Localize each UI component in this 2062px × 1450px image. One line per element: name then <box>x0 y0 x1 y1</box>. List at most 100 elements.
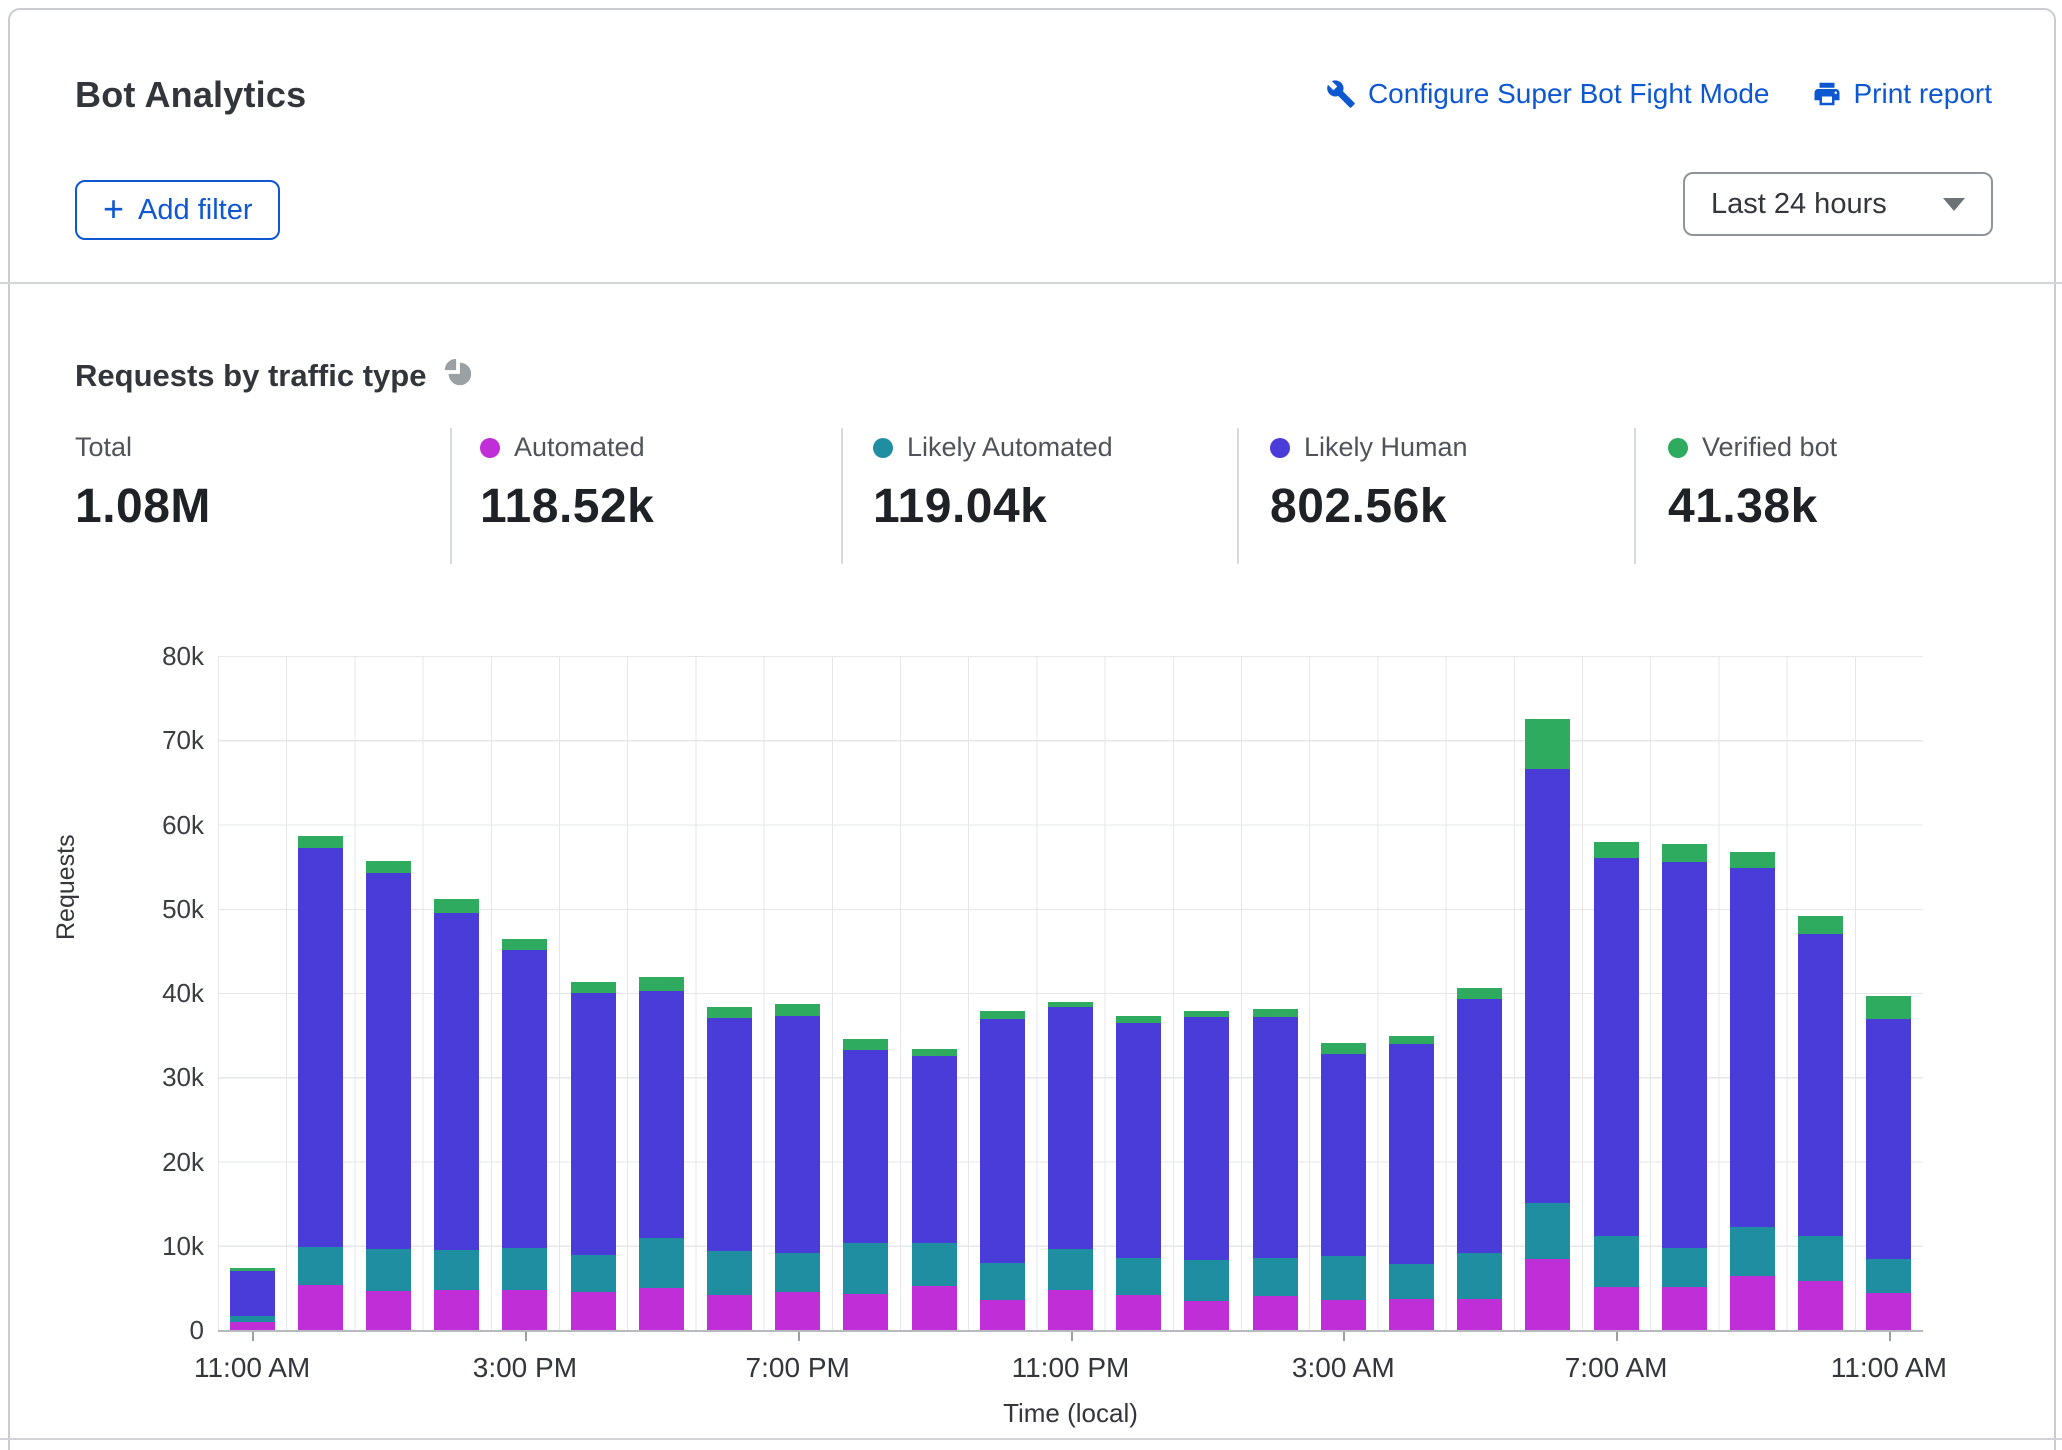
bar-segment-automated[interactable] <box>366 1291 411 1330</box>
bar-segment-automated[interactable] <box>1321 1300 1366 1330</box>
bar-segment-likely-human[interactable] <box>502 950 547 1247</box>
bar-segment-automated[interactable] <box>502 1290 547 1330</box>
bar-segment-likely-human[interactable] <box>298 848 343 1247</box>
bar-segment-likely-automated[interactable] <box>1662 1248 1707 1287</box>
bar-segment-likely-automated[interactable] <box>298 1247 343 1284</box>
bar-segment-automated[interactable] <box>298 1285 343 1331</box>
bar-segment-automated[interactable] <box>1184 1301 1229 1331</box>
bar-10-00-pm[interactable] <box>980 1011 1025 1330</box>
bar-segment-likely-human[interactable] <box>1662 862 1707 1249</box>
bar-segment-likely-automated[interactable] <box>1389 1264 1434 1299</box>
bar-segment-automated[interactable] <box>1389 1299 1434 1330</box>
bar-6-00-am[interactable] <box>1525 719 1570 1330</box>
bar-segment-verified-bot[interactable] <box>1662 844 1707 862</box>
bar-9-00-pm[interactable] <box>912 1049 957 1330</box>
bar-11-00-pm[interactable] <box>1048 1002 1093 1330</box>
bar-segment-verified-bot[interactable] <box>1798 916 1843 934</box>
bar-segment-likely-human[interactable] <box>434 913 479 1250</box>
bar-segment-verified-bot[interactable] <box>1321 1043 1366 1054</box>
print-report-link[interactable]: Print report <box>1812 78 1993 110</box>
time-range-select[interactable]: Last 24 hours <box>1683 172 1993 236</box>
bar-segment-likely-automated[interactable] <box>775 1253 820 1292</box>
bar-segment-likely-automated[interactable] <box>912 1243 957 1286</box>
bar-segment-likely-human[interactable] <box>775 1016 820 1254</box>
bar-segment-automated[interactable] <box>707 1295 752 1330</box>
bar-segment-likely-human[interactable] <box>230 1271 275 1316</box>
bar-8-00-am[interactable] <box>1662 844 1707 1330</box>
bar-segment-likely-human[interactable] <box>1321 1054 1366 1256</box>
bar-2-00-pm[interactable] <box>434 899 479 1330</box>
bar-segment-verified-bot[interactable] <box>1389 1036 1434 1044</box>
bar-segment-likely-automated[interactable] <box>639 1238 684 1288</box>
bar-segment-automated[interactable] <box>1048 1290 1093 1330</box>
bar-segment-verified-bot[interactable] <box>1116 1016 1161 1024</box>
bar-segment-likely-human[interactable] <box>1048 1007 1093 1249</box>
bar-8-00-pm[interactable] <box>843 1039 888 1330</box>
bar-segment-verified-bot[interactable] <box>843 1039 888 1050</box>
bar-segment-likely-human[interactable] <box>571 993 616 1255</box>
bar-segment-likely-human[interactable] <box>1866 1019 1911 1259</box>
bar-segment-likely-automated[interactable] <box>1321 1256 1366 1300</box>
bar-segment-automated[interactable] <box>230 1322 275 1330</box>
bar-segment-likely-human[interactable] <box>1253 1017 1298 1258</box>
bar-1-00-am[interactable] <box>1184 1011 1229 1330</box>
bar-10-00-am[interactable] <box>1798 916 1843 1330</box>
bar-segment-likely-automated[interactable] <box>230 1316 275 1323</box>
bar-segment-verified-bot[interactable] <box>639 977 684 991</box>
bar-9-00-am[interactable] <box>1730 852 1775 1330</box>
bar-segment-likely-automated[interactable] <box>1866 1259 1911 1293</box>
bar-segment-likely-human[interactable] <box>1730 868 1775 1227</box>
bar-segment-likely-automated[interactable] <box>1253 1258 1298 1296</box>
bar-segment-verified-bot[interactable] <box>707 1007 752 1019</box>
bar-12-00-am[interactable] <box>1116 1016 1161 1330</box>
bar-segment-likely-automated[interactable] <box>1184 1260 1229 1300</box>
bar-segment-likely-automated[interactable] <box>1730 1227 1775 1276</box>
configure-super-bot-fight-mode-link[interactable]: Configure Super Bot Fight Mode <box>1326 78 1770 110</box>
bar-segment-automated[interactable] <box>1253 1296 1298 1330</box>
bar-5-00-pm[interactable] <box>639 977 684 1330</box>
bar-segment-automated[interactable] <box>1730 1276 1775 1330</box>
bar-segment-likely-human[interactable] <box>1184 1017 1229 1261</box>
bar-segment-likely-automated[interactable] <box>1594 1236 1639 1287</box>
bar-segment-verified-bot[interactable] <box>502 939 547 950</box>
bar-segment-automated[interactable] <box>1457 1299 1502 1330</box>
bar-6-00-pm[interactable] <box>707 1007 752 1330</box>
bar-segment-verified-bot[interactable] <box>298 836 343 848</box>
bar-segment-automated[interactable] <box>1662 1287 1707 1330</box>
bar-segment-likely-human[interactable] <box>1457 999 1502 1253</box>
bar-segment-likely-human[interactable] <box>639 991 684 1239</box>
bar-segment-likely-automated[interactable] <box>366 1249 411 1291</box>
bar-segment-likely-human[interactable] <box>1594 858 1639 1235</box>
bar-segment-likely-automated[interactable] <box>502 1248 547 1290</box>
bar-11-00-am[interactable] <box>1866 996 1911 1330</box>
bar-segment-likely-automated[interactable] <box>843 1243 888 1294</box>
bar-segment-automated[interactable] <box>1594 1287 1639 1330</box>
bar-segment-likely-human[interactable] <box>1389 1044 1434 1264</box>
bar-segment-automated[interactable] <box>639 1288 684 1330</box>
bar-3-00-pm[interactable] <box>502 939 547 1330</box>
bar-segment-likely-automated[interactable] <box>1048 1249 1093 1290</box>
bar-segment-verified-bot[interactable] <box>366 861 411 874</box>
bar-segment-likely-automated[interactable] <box>434 1250 479 1290</box>
bar-segment-verified-bot[interactable] <box>1525 719 1570 769</box>
bar-5-00-am[interactable] <box>1457 988 1502 1330</box>
bar-7-00-pm[interactable] <box>775 1004 820 1330</box>
bar-segment-likely-automated[interactable] <box>1457 1253 1502 1299</box>
bar-segment-verified-bot[interactable] <box>1730 852 1775 868</box>
bar-segment-likely-automated[interactable] <box>707 1251 752 1295</box>
bar-12-00-pm[interactable] <box>298 836 343 1330</box>
bar-segment-likely-human[interactable] <box>1525 769 1570 1203</box>
bar-segment-verified-bot[interactable] <box>1866 996 1911 1019</box>
bar-segment-automated[interactable] <box>912 1286 957 1330</box>
bar-4-00-pm[interactable] <box>571 982 616 1330</box>
bar-11-00-am[interactable] <box>230 1268 275 1330</box>
bar-segment-verified-bot[interactable] <box>434 899 479 913</box>
bar-segment-automated[interactable] <box>843 1294 888 1330</box>
bar-segment-automated[interactable] <box>980 1300 1025 1330</box>
bar-3-00-am[interactable] <box>1321 1043 1366 1330</box>
bar-segment-automated[interactable] <box>571 1292 616 1330</box>
bar-4-00-am[interactable] <box>1389 1036 1434 1330</box>
bar-segment-automated[interactable] <box>1116 1295 1161 1330</box>
bar-segment-likely-human[interactable] <box>912 1056 957 1243</box>
bar-segment-likely-human[interactable] <box>980 1019 1025 1263</box>
